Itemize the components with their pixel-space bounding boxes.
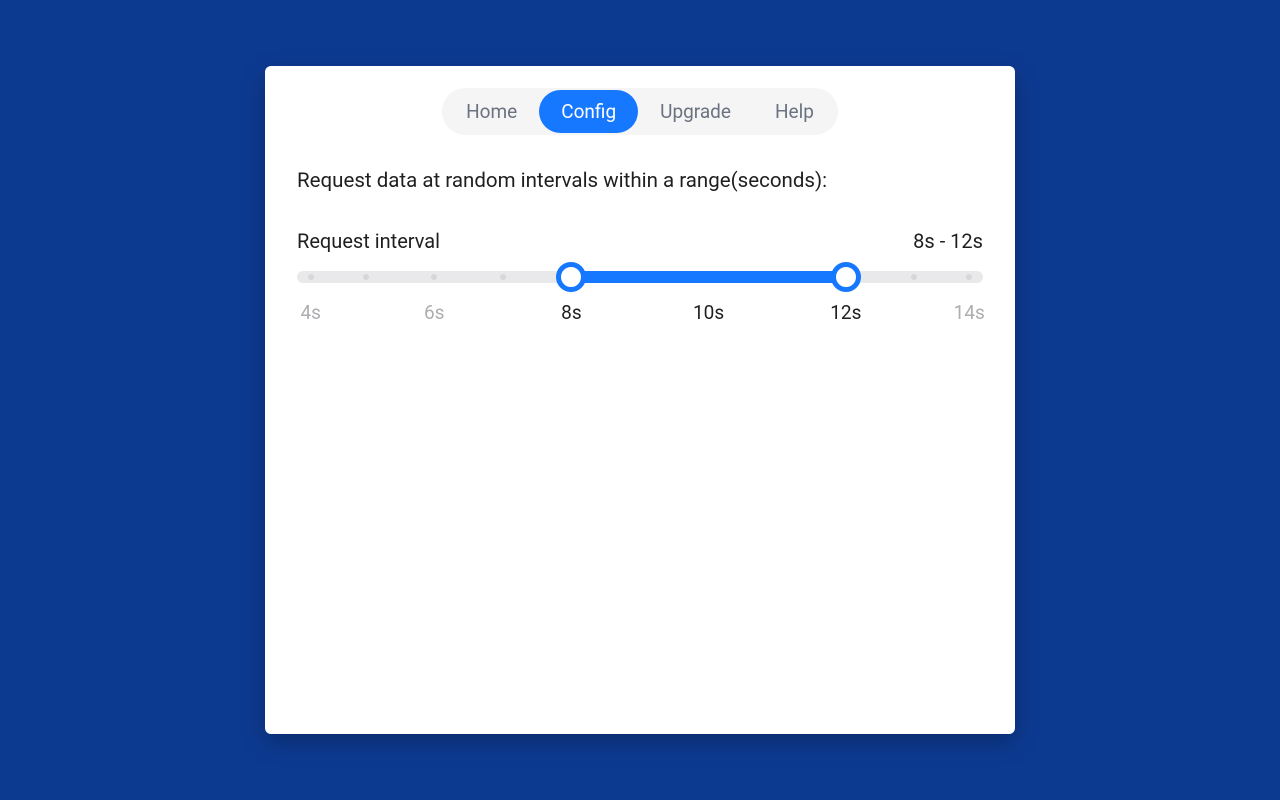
tab-help[interactable]: Help	[753, 90, 836, 133]
slider-mark: 8s	[561, 301, 581, 324]
slider-mark: 14s	[954, 301, 985, 324]
tab-bar: Home Config Upgrade Help	[297, 88, 983, 135]
tab-home[interactable]: Home	[444, 90, 539, 133]
slider-step-dot	[500, 274, 506, 280]
section-heading: Request data at random intervals within …	[297, 169, 983, 193]
slider-handle-high[interactable]	[831, 262, 861, 292]
tab-group: Home Config Upgrade Help	[442, 88, 838, 135]
slider-mark: 12s	[830, 301, 861, 324]
tab-upgrade[interactable]: Upgrade	[638, 90, 753, 133]
slider-mark: 10s	[693, 301, 724, 324]
slider-marks: 4s 6s 8s 10s 12s 14s	[297, 301, 983, 323]
config-card: Home Config Upgrade Help Request data at…	[265, 66, 1015, 734]
slider-handle-low[interactable]	[556, 262, 586, 292]
slider-step-dot	[966, 274, 972, 280]
slider-step-dot	[911, 274, 917, 280]
interval-summary: 8s - 12s	[913, 229, 983, 253]
interval-slider[interactable]: 4s 6s 8s 10s 12s 14s	[297, 271, 983, 323]
slider-rail	[297, 271, 983, 283]
slider-track	[571, 271, 845, 283]
slider-step-dot	[308, 274, 314, 280]
slider-step-dot	[431, 274, 437, 280]
slider-mark: 6s	[424, 301, 444, 324]
slider-step-dot	[363, 274, 369, 280]
interval-label: Request interval	[297, 229, 440, 253]
tab-config[interactable]: Config	[539, 90, 638, 133]
interval-row: Request interval 8s - 12s	[297, 229, 983, 253]
slider-mark: 4s	[300, 301, 320, 324]
